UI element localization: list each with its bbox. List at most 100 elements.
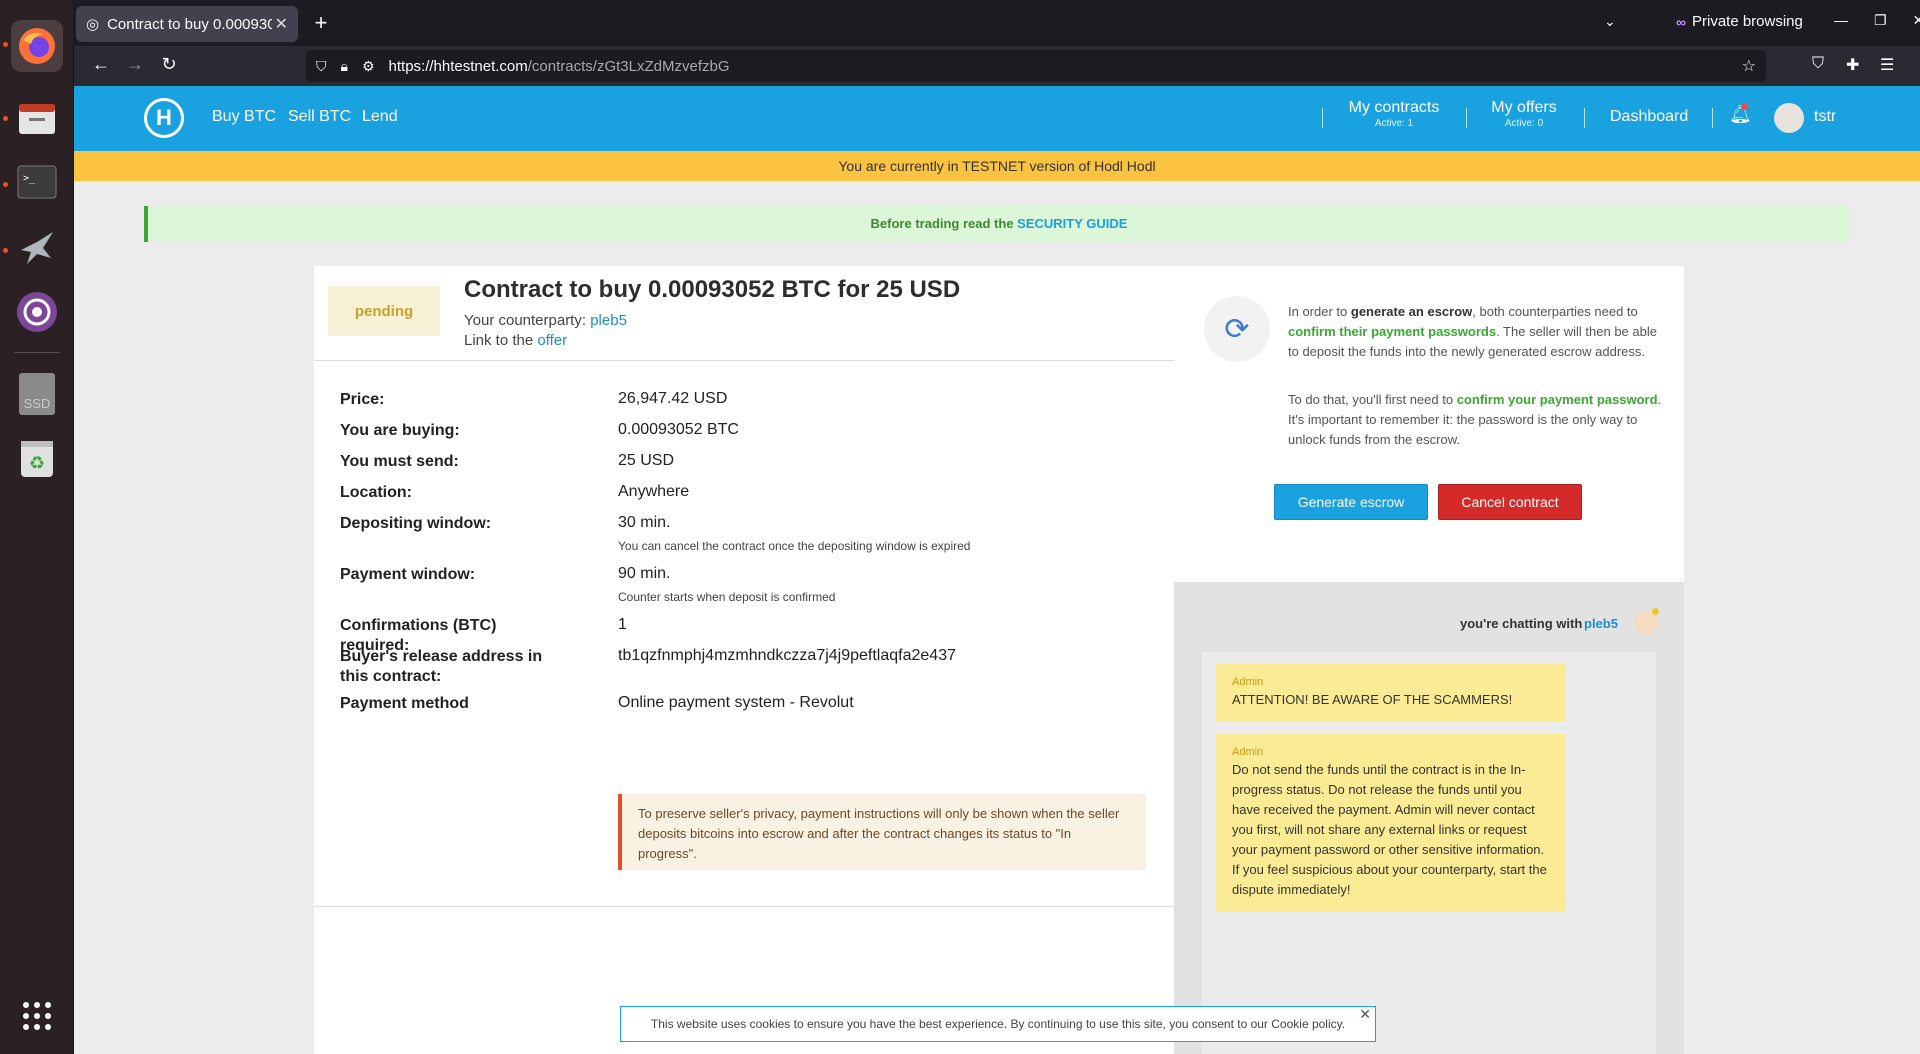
status-badge: pending [328,286,440,336]
terminal-icon[interactable]: >_ [11,156,63,208]
bird-icon[interactable] [11,222,63,274]
tor-icon[interactable] [11,286,63,338]
nav-divider [1584,108,1585,128]
detail-label: You are buying: [340,422,460,439]
message-author: Admin [1232,676,1264,688]
url-text[interactable]: https://hhtestnet.com/contracts/zGt3LxZd… [389,58,730,75]
navigation-bar: ← → ↻ ⛉ 🔒︎ ⚙ https://hhtestnet.com/contr… [74,46,1920,86]
ssd-label: SSD [19,373,55,415]
apps-grid-icon[interactable] [11,990,63,1042]
menu-icon[interactable]: ☰ [1880,55,1894,75]
permissions-icon[interactable]: ⚙ [362,58,375,75]
nav-buy-btc[interactable]: Buy BTC [212,108,276,126]
counterparty-link[interactable]: pleb5 [590,312,627,329]
nav-sell-btc[interactable]: Sell BTC [288,108,351,126]
svg-text:♻: ♻ [29,453,45,473]
chat-panel: you're chatting with pleb5 Admin ATTENTI… [1174,582,1684,1054]
cookie-notice: This website uses cookies to ensure you … [620,1006,1376,1042]
lock-icon[interactable]: 🔒︎ [341,58,348,75]
notification-dot [1741,103,1748,110]
avatar[interactable] [1774,103,1804,133]
running-indicator [3,182,8,187]
bookmark-star-icon[interactable]: ☆ [1742,56,1756,76]
escrow-text-part: , both counterparties need to [1472,304,1638,319]
escrow-text-bold: generate an escrow [1350,304,1473,319]
divider [314,360,1174,361]
close-window-icon[interactable]: ✕ [1913,12,1920,29]
testnet-banner: You are currently in TESTNET version of … [74,151,1920,181]
forward-icon[interactable]: → [122,54,148,75]
detail-label: Payment window: [340,566,476,583]
nav-dashboard[interactable]: Dashboard [1610,108,1688,126]
detail-value: 1 [618,616,627,633]
hodlhodl-logo[interactable]: H [144,98,184,138]
detail-value: 0.00093052 BTC [618,421,739,438]
url-bar[interactable]: ⛉ 🔒︎ ⚙ https://hhtestnet.com/contracts/z… [306,50,1766,82]
window-controls: — ❐ ✕ [1834,12,1920,29]
detail-note: Counter starts when deposit is confirmed [618,590,836,604]
new-tab-button[interactable]: + [306,10,336,36]
offer-label: Link to the [464,332,538,349]
running-indicator [3,42,8,47]
browser-tab[interactable]: ◎ Contract to buy 0.00093052 BTC for 25 … [76,6,298,42]
close-icon[interactable]: ✕ [275,14,288,34]
reload-icon[interactable]: ↻ [156,54,182,75]
generate-escrow-button[interactable]: Generate escrow [1274,484,1428,520]
url-path: /contracts/zGt3LxZdMzvefzbG [527,57,730,75]
private-mask-icon: ∞ [1676,13,1686,30]
files-icon[interactable] [11,92,63,144]
detail-label: Depositing window: [340,515,492,532]
globe-icon: ◎ [86,16,100,33]
nav-divider [1466,108,1467,128]
detail-label: Price: [340,391,385,408]
running-indicator [3,248,8,253]
nav-my-offers[interactable]: My offers Active: 0 [1484,99,1564,129]
escrow-text-part: To do that, you'll first need to [1288,392,1457,407]
close-icon[interactable]: ✕ [1359,997,1371,1031]
detail-label: Payment method [340,695,469,712]
detail-label: You must send: [340,453,459,470]
url-host: https://hhtestnet.com [388,57,528,75]
chevron-down-icon[interactable]: ⌄ [1604,13,1616,30]
username[interactable]: tstr [1814,108,1836,126]
pocket-icon[interactable]: ⛉ [1812,55,1824,73]
chat-messages: Admin ATTENTION! BE AWARE OF THE SCAMMER… [1202,652,1656,1054]
extensions-icon[interactable]: ✚ [1846,55,1859,75]
contract-card: pending Contract to buy 0.00093052 BTC f… [314,266,1174,1054]
chat-message: Admin ATTENTION! BE AWARE OF THE SCAMMER… [1216,664,1566,722]
release-address: tb1qzfnmphj4mzmhndkczza7j4j9peftlaqfa2e4… [618,647,956,664]
message-text: Do not send the funds until the contract… [1232,762,1547,897]
nav-lend[interactable]: Lend [362,108,398,126]
escrow-card: ⟳ In order to generate an escrow, both c… [1174,266,1684,582]
ssd-icon[interactable]: SSD [11,368,63,420]
chat-peer-link[interactable]: pleb5 [1584,616,1618,631]
minimize-icon[interactable]: — [1834,12,1848,29]
tab-title: Contract to buy 0.00093052 BTC for 25 US… [107,15,273,33]
cancel-contract-button[interactable]: Cancel contract [1438,484,1582,520]
escrow-password-text: To do that, you'll first need to confirm… [1288,390,1663,450]
offer-link[interactable]: offer [537,332,567,349]
firefox-icon[interactable] [11,20,63,72]
svg-text:>_: >_ [23,173,36,184]
trash-icon[interactable]: ♻ [11,432,63,484]
online-status-dot [1652,608,1659,615]
detail-label: Buyer's release address in this contract… [340,648,543,685]
back-icon[interactable]: ← [88,54,114,75]
my-contracts-count: Active: 1 [1374,118,1414,129]
restore-icon[interactable]: ❐ [1874,12,1887,29]
detail-value: 26,947.42 USD [618,390,728,407]
detail-label: Location: [340,484,412,501]
security-guide-link[interactable]: SECURITY GUIDE [1017,216,1127,231]
chat-message: Admin Do not send the funds until the co… [1216,734,1566,912]
nav-my-contracts[interactable]: My contracts Active: 1 [1344,99,1444,129]
shield-icon[interactable]: ⛉ [316,58,327,75]
cookie-text: This website uses cookies to ensure you … [650,1017,1346,1031]
private-browsing-indicator: ∞ Private browsing [1676,13,1803,30]
nav-divider [1712,108,1713,128]
escrow-text-highlight: confirm your payment password [1456,392,1658,407]
nav-divider [1322,108,1323,128]
contract-title: Contract to buy 0.00093052 BTC for 25 US… [464,276,961,303]
privacy-notice: To preserve seller's privacy, payment in… [618,794,1146,870]
message-text: ATTENTION! BE AWARE OF THE SCAMMERS! [1232,692,1513,707]
escrow-info-text: In order to generate an escrow, both cou… [1288,302,1663,362]
